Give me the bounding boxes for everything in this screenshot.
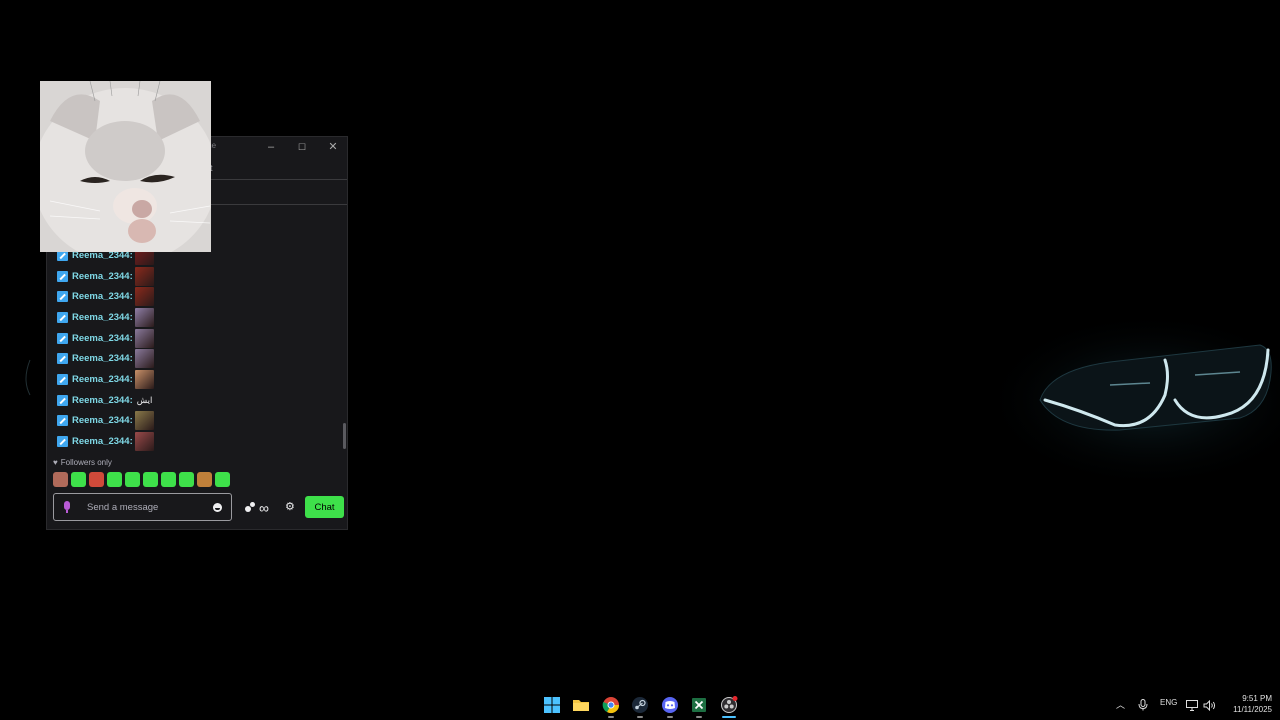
chat-message: Reema_2344: ايش [57,390,337,411]
emote-button[interactable] [143,472,158,487]
username-colon: : [129,394,133,406]
username-colon: : [129,436,133,448]
username-colon: : [129,291,133,303]
obs-active-indicator [722,716,736,718]
chat-emote[interactable] [134,307,154,327]
excel-icon[interactable] [690,696,708,714]
username-colon: : [129,270,133,282]
emote-bar [53,472,230,487]
emote-button[interactable] [197,472,212,487]
chat-message: Reema_2344: [57,266,337,287]
chat-username[interactable]: Reema_2344 [72,374,130,385]
chat-emote[interactable] [134,266,154,286]
microphone-icon[interactable] [1138,698,1148,716]
moderator-badge-icon[interactable] [57,270,68,282]
cat-picture-overlay[interactable] [40,81,211,252]
steam-icon[interactable] [631,696,649,714]
chat-scrollbar[interactable] [343,423,346,449]
followers-only-notice: ♥ Followers only [53,458,112,467]
emote-button[interactable] [125,472,140,487]
chat-username[interactable]: Reema_2344 [72,291,130,302]
gear-icon[interactable]: ⚙ [285,500,295,513]
chat-emote[interactable] [134,369,154,389]
username-colon: : [129,332,133,344]
moderator-badge-icon[interactable] [57,415,68,427]
chat-message: Reema_2344: [57,431,337,452]
moderator-badge-icon[interactable] [57,373,68,385]
chat-message: Reema_2344: [57,369,337,390]
emote-button[interactable] [215,472,230,487]
volume-icon[interactable] [1203,698,1216,716]
chat-message-list: Reema_2344: Reema_2344: Reema_2344: Reema_2… [57,245,337,452]
minimize-button[interactable]: – [260,139,282,155]
infinity-icon[interactable]: ∞ [259,500,269,516]
language-indicator[interactable]: ENG [1160,698,1177,707]
chat-input[interactable]: Send a message [53,493,232,521]
clock-date: 11/11/2025 [1233,705,1272,714]
moderator-badge-icon[interactable] [57,291,68,303]
emote-button[interactable] [179,472,194,487]
followers-only-label: Followers only [60,458,112,467]
network-icon[interactable] [1186,698,1198,716]
moderator-badge-icon[interactable] [57,394,68,406]
chat-message: Reema_2344: [57,411,337,432]
show-hidden-icons-chevron-icon[interactable]: ︿ [1116,698,1125,711]
chrome-icon[interactable] [602,696,620,714]
windows-start-icon[interactable] [543,696,561,714]
chat-message: Reema_2344: [57,286,337,307]
username-colon: : [129,415,133,427]
chat-emote[interactable] [134,349,154,369]
moderator-badge-icon[interactable] [57,436,68,448]
obs-icon[interactable] [720,696,738,714]
excel-running-indicator [696,716,702,718]
chat-username[interactable]: Reema_2344 [72,436,130,447]
chat-message-text: ايش [136,394,153,405]
chat-emote[interactable] [134,411,154,431]
chat-message: Reema_2344: [57,348,337,369]
chat-username[interactable]: Reema_2344 [72,312,130,323]
channel-points-icon[interactable] [245,502,257,512]
discord-icon[interactable] [661,696,679,714]
chrome-running-indicator [608,716,614,718]
emote-button[interactable] [107,472,122,487]
maximize-button[interactable]: ☐ [291,139,313,155]
steam-running-indicator [637,716,643,718]
username-colon: : [129,311,133,323]
moderator-badge-icon[interactable] [57,332,68,344]
emote-button[interactable] [89,472,104,487]
chat-username[interactable]: Reema_2344 [72,271,130,282]
chat-emote[interactable] [134,432,154,452]
clock-time: 9:51 PM [1242,694,1272,703]
chat-input-placeholder[interactable]: Send a message [87,502,158,513]
chat-username[interactable]: Reema_2344 [72,353,130,364]
chat-emote[interactable] [134,328,154,348]
discord-running-indicator [667,716,673,718]
chat-send-button[interactable]: Chat [305,496,344,518]
file-explorer-icon[interactable] [572,696,590,714]
chat-username[interactable]: Reema_2344 [72,395,130,406]
close-button[interactable]: ✕ [322,139,344,155]
emote-button[interactable] [53,472,68,487]
taskbar-clock[interactable]: 9:51 PM 11/11/2025 [1222,693,1272,715]
username-colon: : [129,353,133,365]
emote-button[interactable] [161,472,176,487]
chat-emote[interactable] [134,287,154,307]
chat-message: Reema_2344: [57,307,337,328]
heart-icon: ♥ [53,458,58,467]
chat-username[interactable]: Reema_2344 [72,415,130,426]
chat-username[interactable]: Reema_2344 [72,333,130,344]
mic-icon[interactable] [64,501,70,513]
chat-message: Reema_2344: [57,328,337,349]
moderator-badge-icon[interactable] [57,353,68,365]
moderator-badge-icon[interactable] [57,311,68,323]
smile-icon[interactable] [213,503,222,512]
username-colon: : [129,373,133,385]
emote-button[interactable] [71,472,86,487]
